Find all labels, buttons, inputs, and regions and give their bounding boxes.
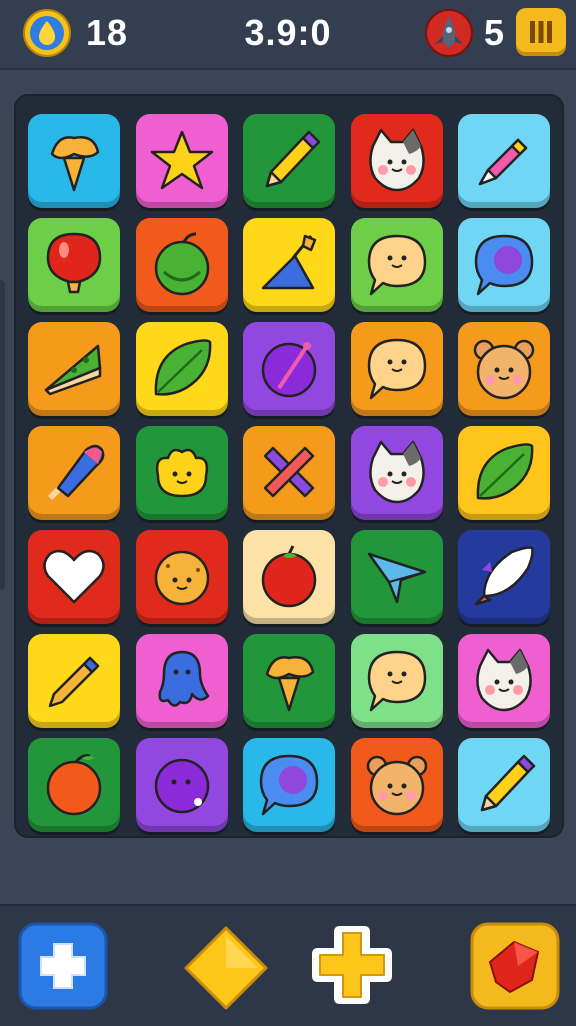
plus-shape-icon <box>312 926 392 1004</box>
plus-icon <box>18 922 108 1010</box>
tile-orange[interactable] <box>28 738 120 832</box>
apple-icon <box>154 232 209 296</box>
bottom-toolbar <box>0 904 576 1026</box>
game-board <box>14 94 564 838</box>
gem-button[interactable] <box>470 922 560 1010</box>
plus-button[interactable] <box>18 922 108 1010</box>
rocket-icon <box>425 9 473 57</box>
tile-pencil[interactable] <box>458 738 550 832</box>
pencil-icon <box>265 130 321 188</box>
tile-paper-plane[interactable] <box>350 530 443 624</box>
paper-plane-icon <box>367 552 426 604</box>
trowel-icon <box>261 234 317 290</box>
tile-speech-bubble[interactable] <box>458 218 550 312</box>
rocket-icon <box>474 546 534 606</box>
speech-bubble-face-icon <box>367 338 426 400</box>
top-hud: 18 3.9:0 5 <box>0 0 576 70</box>
tile-speech-bubble-face[interactable] <box>350 634 443 728</box>
tile-star[interactable] <box>135 114 228 208</box>
bear-face-icon <box>473 339 535 400</box>
bear-face-icon <box>366 755 427 816</box>
cat-face-icon <box>476 648 532 712</box>
tile-apple[interactable] <box>135 218 228 312</box>
plum-icon <box>154 758 209 814</box>
tile-pen[interactable] <box>28 634 120 728</box>
tile-cat-face[interactable] <box>458 634 550 728</box>
tile-heart[interactable] <box>28 530 120 624</box>
tile-cookie-face[interactable] <box>135 530 228 624</box>
pizza-slice-icon <box>44 344 102 396</box>
tile-trowel[interactable] <box>243 218 335 312</box>
tile-bear-face[interactable] <box>458 322 550 416</box>
diamond-icon <box>184 926 268 1010</box>
tile-cat-face[interactable] <box>350 114 443 208</box>
ice-cream-cone-icon <box>50 136 100 192</box>
star-icon <box>150 130 213 190</box>
crossed-crayons-icon <box>263 446 315 498</box>
tile-crossed-crayons[interactable] <box>243 426 335 520</box>
pause-icon <box>530 21 552 43</box>
ice-cream-cone-icon <box>265 656 315 712</box>
tile-rocket[interactable] <box>458 530 550 624</box>
crayon-icon <box>478 138 528 186</box>
purple-ball-icon <box>261 342 317 398</box>
rocket-count: 5 <box>484 12 505 53</box>
balloon-icon <box>46 232 102 294</box>
speech-bubble-face-icon <box>367 234 426 296</box>
tile-ice-cream-cone[interactable] <box>28 114 120 208</box>
speech-bubble-face-icon <box>367 650 426 712</box>
ghost-blob-icon <box>157 650 209 707</box>
tile-pencil[interactable] <box>243 114 335 208</box>
side-edge <box>0 280 5 590</box>
leaf-icon <box>476 443 534 500</box>
pen-icon <box>48 656 100 708</box>
blob-face-icon <box>155 448 208 498</box>
tile-tomato[interactable] <box>243 530 335 624</box>
tile-cat-face[interactable] <box>350 426 443 520</box>
cat-face-icon <box>368 128 425 192</box>
tile-leaf[interactable] <box>458 426 550 520</box>
tile-pizza-slice[interactable] <box>28 322 120 416</box>
tile-ice-cream-cone[interactable] <box>243 634 335 728</box>
pencil-icon <box>480 754 536 812</box>
tile-balloon[interactable] <box>28 218 120 312</box>
cat-face-icon <box>368 440 425 504</box>
tile-crayon[interactable] <box>458 114 550 208</box>
cookie-face-icon <box>154 550 209 606</box>
tile-speech-bubble-face[interactable] <box>350 322 443 416</box>
pause-button[interactable] <box>516 8 566 56</box>
tile-blob-face[interactable] <box>135 426 228 520</box>
tile-popsicle[interactable] <box>28 426 120 520</box>
tile-ghost-blob[interactable] <box>135 634 228 728</box>
tile-leaf[interactable] <box>135 322 228 416</box>
gem-icon <box>470 922 560 1010</box>
orange-icon <box>46 754 102 816</box>
leaf-icon <box>154 339 211 396</box>
diamond-button[interactable] <box>182 924 270 1012</box>
speech-bubble-icon <box>474 234 534 296</box>
tile-plum[interactable] <box>135 738 228 832</box>
speech-bubble-icon <box>259 754 319 816</box>
tile-purple-ball[interactable] <box>243 322 335 416</box>
tile-bear-face[interactable] <box>350 738 443 832</box>
heart-icon <box>43 549 105 604</box>
tile-speech-bubble-face[interactable] <box>350 218 443 312</box>
tile-speech-bubble[interactable] <box>243 738 335 832</box>
popsicle-icon <box>47 444 105 501</box>
tomato-icon <box>261 545 317 608</box>
plus-shape-button[interactable] <box>308 920 396 1010</box>
